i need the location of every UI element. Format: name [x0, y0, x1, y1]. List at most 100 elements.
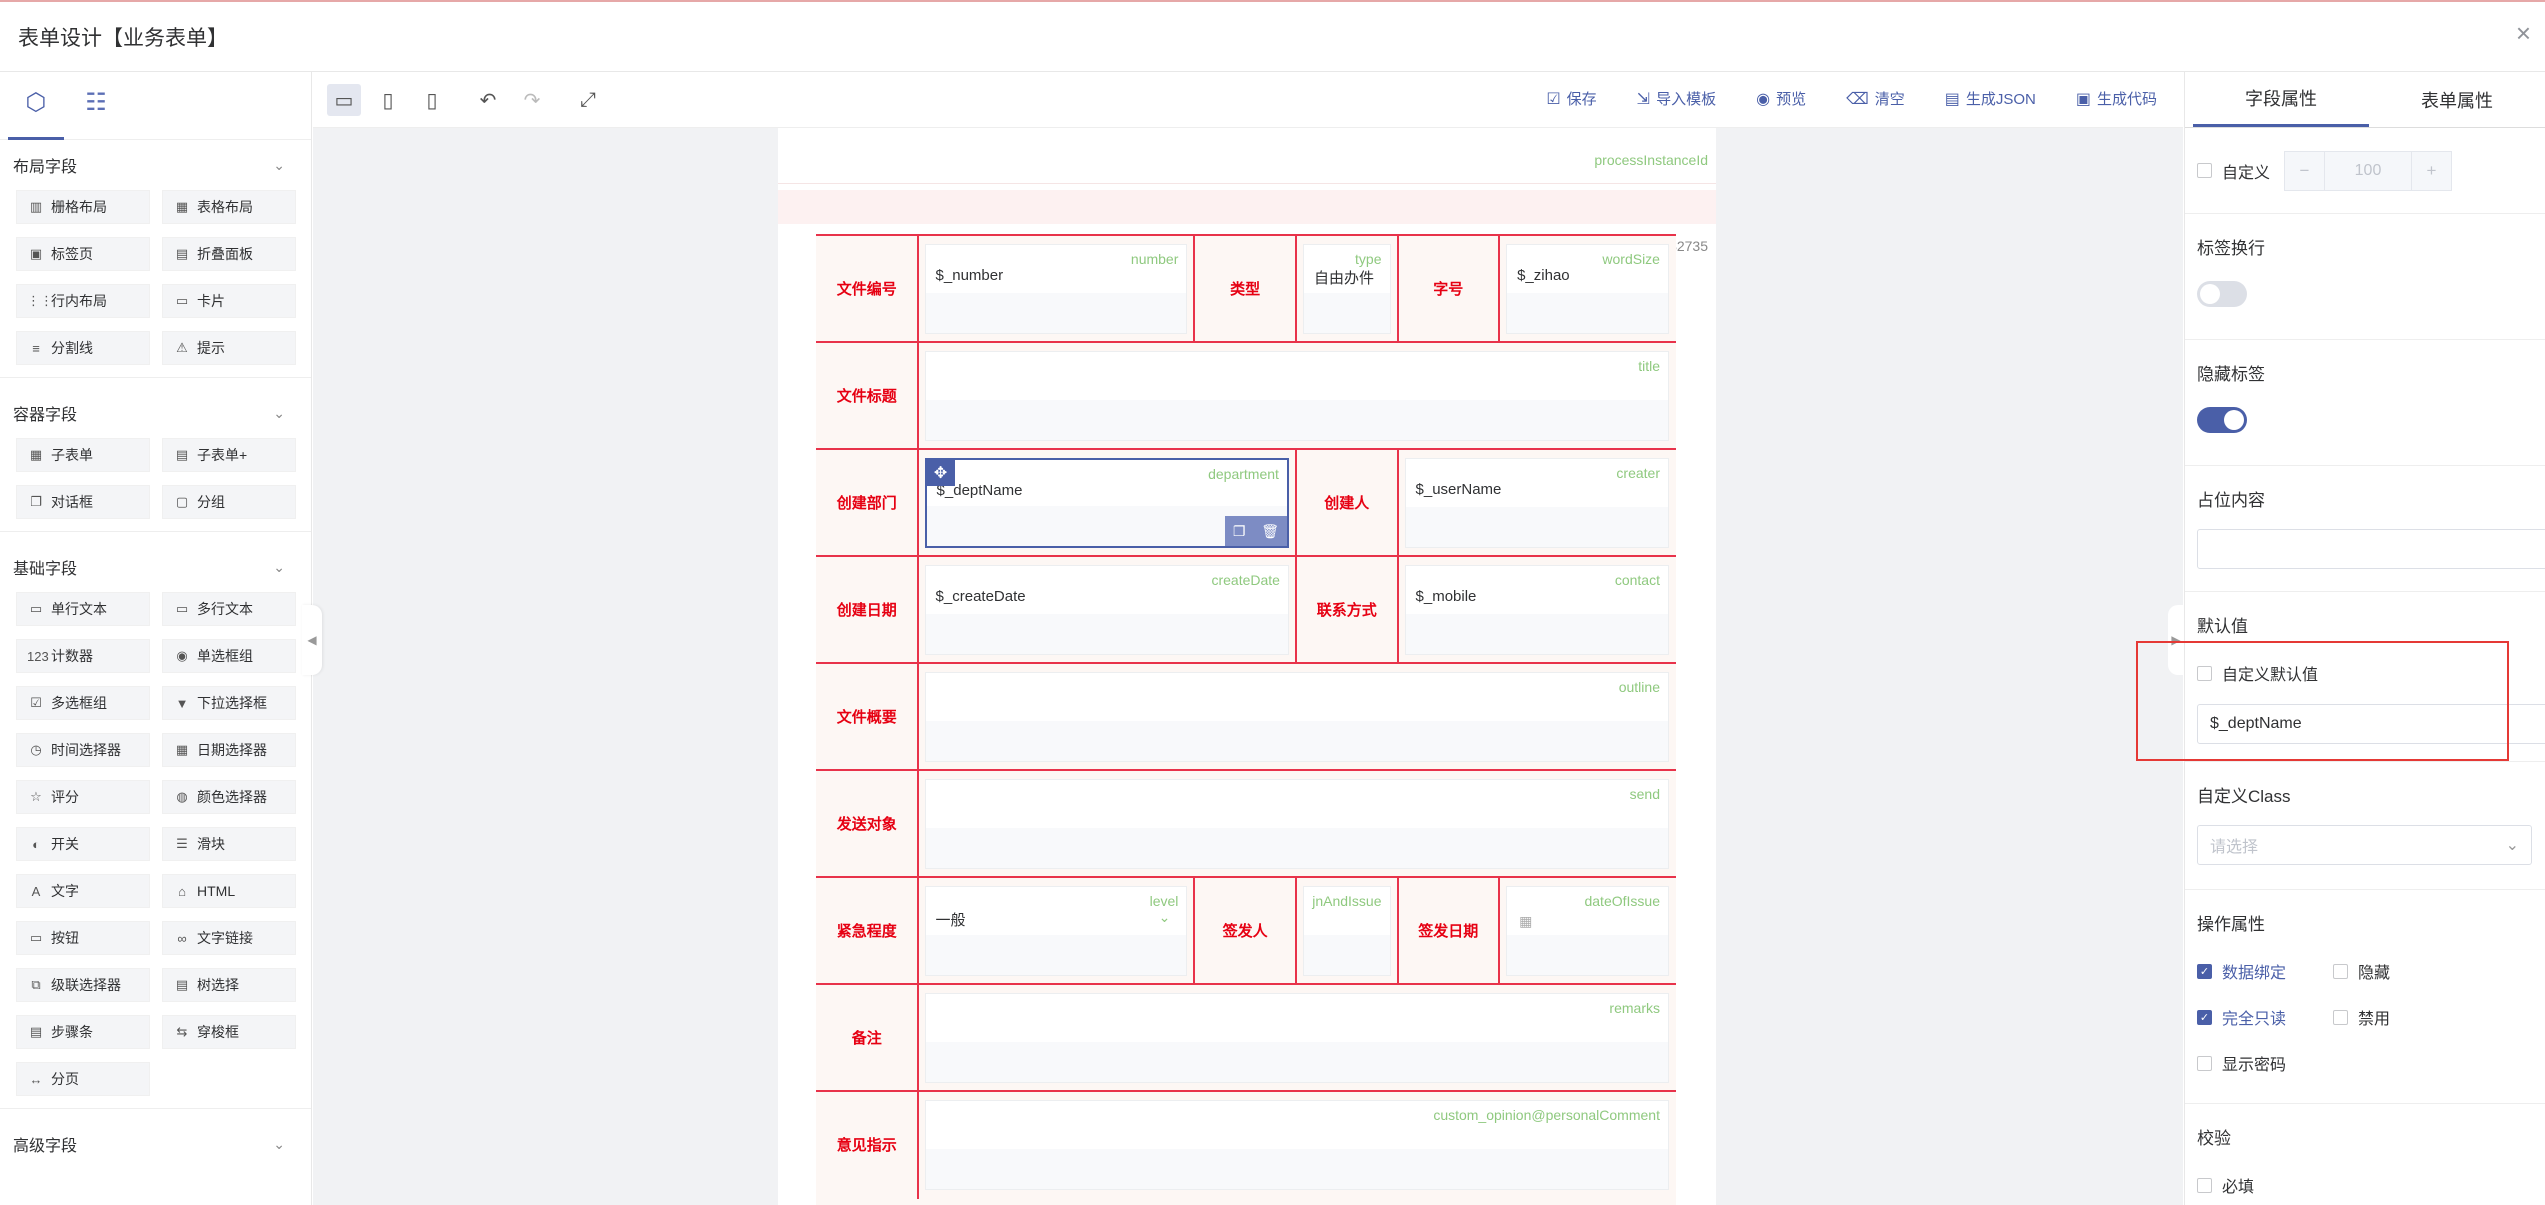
placeholder-input[interactable]	[2197, 529, 2545, 569]
hide-label-switch[interactable]	[2197, 407, 2247, 433]
component-item[interactable]: ☑ 多选框组	[16, 686, 150, 720]
component-item[interactable]: ∞ 文字链接	[162, 921, 296, 955]
component-item[interactable]: ☆ 评分	[16, 780, 150, 814]
custom-default-checkbox[interactable]: 自定义默认值	[2197, 661, 2318, 685]
desktop-view-icon[interactable]: ▭	[327, 84, 361, 116]
close-icon[interactable]: ×	[2516, 18, 2531, 49]
form-field[interactable]: outline	[924, 672, 1669, 762]
design-canvas[interactable]: processInstanceId report_1622518382735 文…	[313, 128, 2183, 1205]
data-binding-checkbox[interactable]: ✓ 数据绑定	[2197, 959, 2333, 983]
outline-tree-icon[interactable]: ☷	[68, 88, 124, 140]
fullscreen-icon[interactable]: ⤢	[571, 84, 605, 116]
component-item[interactable]: ▤ 子表单+	[162, 438, 296, 472]
component-item[interactable]: ⚠ 提示	[162, 331, 296, 365]
component-item[interactable]: ▭ 多行文本	[162, 592, 296, 626]
clear-button[interactable]: ⌫ 清空	[1846, 88, 1905, 109]
component-item[interactable]: ▦ 子表单	[16, 438, 150, 472]
undo-icon[interactable]: ↶	[471, 84, 505, 116]
component-item[interactable]: ❐ 对话框	[16, 485, 150, 519]
component-item[interactable]: ▭ 卡片	[162, 284, 296, 318]
placeholder-title: 占位内容	[2197, 491, 2265, 510]
component-item[interactable]: ▤ 折叠面板	[162, 237, 296, 271]
minus-icon[interactable]: −	[2285, 151, 2326, 190]
component-item[interactable]: ▦ 表格布局	[162, 190, 296, 224]
form-field[interactable]: type 自由办件	[1302, 244, 1391, 334]
component-item[interactable]: ◍ 颜色选择器	[162, 780, 296, 814]
selected-field[interactable]: department $_deptName ✥ ❐ 🗑	[924, 458, 1289, 548]
preview-button[interactable]: ◉ 预览	[1756, 88, 1806, 109]
tablet-view-icon[interactable]: ▯	[371, 84, 405, 116]
component-item[interactable]: ▭ 单行文本	[16, 592, 150, 626]
custom-class-select[interactable]: 请选择 ⌄	[2197, 825, 2532, 865]
move-handle-icon[interactable]: ✥	[926, 460, 955, 486]
generate-code-button[interactable]: ▣ 生成代码	[2076, 88, 2157, 109]
component-item[interactable]: ☰ 滑块	[162, 827, 296, 861]
component-item[interactable]: ▦ 日期选择器	[162, 733, 296, 767]
section-header[interactable]: 容器字段 ⌄	[0, 388, 311, 438]
delete-icon[interactable]: 🗑	[1261, 523, 1279, 540]
component-label: 按钮	[51, 930, 79, 946]
component-item[interactable]: ▣ 标签页	[16, 237, 150, 271]
component-item[interactable]: A 文字	[16, 874, 150, 908]
form-field[interactable]: title	[924, 351, 1669, 441]
collapse-left-icon[interactable]: ◀	[302, 605, 322, 675]
form-field[interactable]: creater $_userName	[1404, 458, 1669, 548]
hidden-checkbox[interactable]: 隐藏	[2333, 959, 2390, 983]
form-field[interactable]: send	[924, 779, 1669, 869]
readonly-checkbox[interactable]: ✓ 完全只读	[2197, 1005, 2333, 1029]
component-item[interactable]: ▼ 下拉选择框	[162, 686, 296, 720]
table-layout[interactable]: 文件编号 number $_number 类型 type 自由办件 字号 wordSize $_…	[816, 234, 1676, 1205]
mobile-view-icon[interactable]: ▯	[415, 84, 449, 116]
component-item[interactable]: ◷ 时间选择器	[16, 733, 150, 767]
component-item[interactable]: ◐ 开关	[16, 827, 150, 861]
generate-json-button[interactable]: ▤ 生成JSON	[1945, 88, 2036, 109]
component-item[interactable]: ≡ 分割线	[16, 331, 150, 365]
form-field[interactable]: createDate $_createDate	[924, 565, 1289, 655]
component-icon: 123	[27, 648, 49, 664]
tab-form-properties[interactable]: 表单属性	[2369, 72, 2545, 127]
copy-icon[interactable]: ❐	[1233, 523, 1246, 540]
component-item[interactable]: ▢ 分组	[162, 485, 296, 519]
component-item[interactable]: ▥ 栅格布局	[16, 190, 150, 224]
form-field[interactable]: remarks	[924, 993, 1669, 1083]
default-value-input[interactable]: $_deptName	[2197, 703, 2545, 744]
component-item[interactable]: ↔ 分页	[16, 1062, 150, 1096]
component-item[interactable]: ⧉ 级联选择器	[16, 968, 150, 1002]
tab-field-properties[interactable]: 字段属性	[2193, 72, 2369, 127]
form-field[interactable]: dateOfIssue ▦	[1506, 886, 1669, 976]
field-value: $_zihao	[1517, 267, 1570, 284]
form-field[interactable]: number $_number	[924, 244, 1188, 334]
component-item[interactable]: ⇆ 穿梭框	[162, 1015, 296, 1049]
import-icon: ⇲	[1636, 90, 1651, 108]
show-password-checkbox[interactable]: 显示密码	[2197, 1051, 2286, 1075]
save-button[interactable]: ☑ 保存	[1546, 88, 1596, 109]
components-cube-icon[interactable]: ⬡	[8, 88, 64, 140]
form-field[interactable]: level 一般 ⌄	[924, 886, 1188, 976]
form-field[interactable]: custom_opinion@personalComment	[924, 1100, 1669, 1190]
component-item[interactable]: ▤ 步骤条	[16, 1015, 150, 1049]
form-field[interactable]: contact $_mobile	[1404, 565, 1669, 655]
required-checkbox[interactable]: 必填	[2197, 1173, 2254, 1197]
component-item[interactable]: 123 计数器	[16, 639, 150, 673]
component-item[interactable]: ⌂ HTML	[162, 874, 296, 908]
component-item[interactable]: ◉ 单选框组	[162, 639, 296, 673]
disabled-checkbox[interactable]: 禁用	[2333, 1005, 2390, 1029]
plus-icon[interactable]: +	[2411, 151, 2451, 190]
label-wrap-switch[interactable]	[2197, 281, 2247, 307]
form-field[interactable]: wordSize $_zihao	[1506, 244, 1669, 334]
component-item[interactable]: ⋮⋮ 行内布局	[16, 284, 150, 318]
form-field[interactable]: jnAndIssue	[1302, 886, 1391, 976]
section-header[interactable]: 基础字段 ⌄	[0, 542, 311, 592]
process-instance-field[interactable]: processInstanceId	[778, 142, 1716, 184]
collapse-right-icon[interactable]: ▶	[2168, 605, 2184, 675]
width-stepper[interactable]: − 100 +	[2284, 150, 2453, 191]
section-header[interactable]: 布局字段 ⌄	[0, 140, 311, 190]
calendar-icon: ▦	[1519, 913, 1533, 929]
import-template-button[interactable]: ⇲ 导入模板	[1637, 88, 1716, 109]
component-item[interactable]: ▭ 按钮	[16, 921, 150, 955]
section-header[interactable]: 高级字段 ⌄	[0, 1119, 311, 1169]
redo-icon[interactable]: ↷	[515, 84, 549, 116]
component-item[interactable]: ▤ 树选择	[162, 968, 296, 1002]
custom-width-checkbox[interactable]: 自定义	[2197, 159, 2270, 183]
component-label: 步骤条	[51, 1024, 93, 1040]
